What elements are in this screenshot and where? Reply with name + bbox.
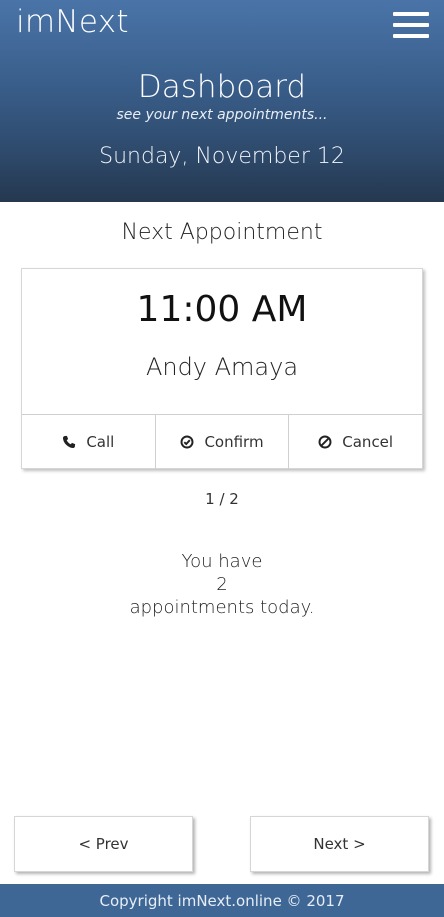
copyright-text: Copyright imNext.online © 2017 xyxy=(99,891,345,910)
appointment-time: 11:00 AM xyxy=(136,289,308,330)
call-label: Call xyxy=(86,433,115,451)
summary-count: 2 xyxy=(216,574,228,595)
appointment-actions: Call Confirm Cancel xyxy=(22,414,422,469)
current-date: Sunday, November 12 xyxy=(99,144,345,169)
ban-icon xyxy=(318,435,332,449)
hamburger-menu-icon[interactable] xyxy=(393,12,429,40)
call-button[interactable]: Call xyxy=(22,415,156,469)
phone-icon xyxy=(63,435,76,449)
cancel-button[interactable]: Cancel xyxy=(289,415,422,469)
appointments-summary: You have 2 appointments today. xyxy=(0,550,444,619)
brand-logo-text[interactable]: imNext xyxy=(16,4,129,40)
appointment-client-name: Andy Amaya xyxy=(145,353,299,381)
summary-line-1: You have xyxy=(181,551,263,572)
section-title: Next Appointment xyxy=(121,220,323,245)
confirm-button[interactable]: Confirm xyxy=(156,415,290,469)
footer: Copyright imNext.online © 2017 xyxy=(0,884,444,917)
confirm-label: Confirm xyxy=(204,433,264,451)
next-button[interactable]: Next > xyxy=(250,816,429,872)
appointment-card: 11:00 AM Andy Amaya Call Confirm Cancel xyxy=(21,268,423,469)
cancel-label: Cancel xyxy=(342,433,394,451)
appointment-pager: 1 / 2 xyxy=(205,490,239,508)
summary-line-3: appointments today. xyxy=(129,597,315,618)
page-title: Dashboard xyxy=(137,69,307,105)
check-circle-icon xyxy=(180,435,194,449)
page-subtitle: see your next appointments... xyxy=(116,107,328,123)
app-header: imNext Dashboard see your next appointme… xyxy=(0,0,444,202)
prev-button[interactable]: < Prev xyxy=(14,816,193,872)
